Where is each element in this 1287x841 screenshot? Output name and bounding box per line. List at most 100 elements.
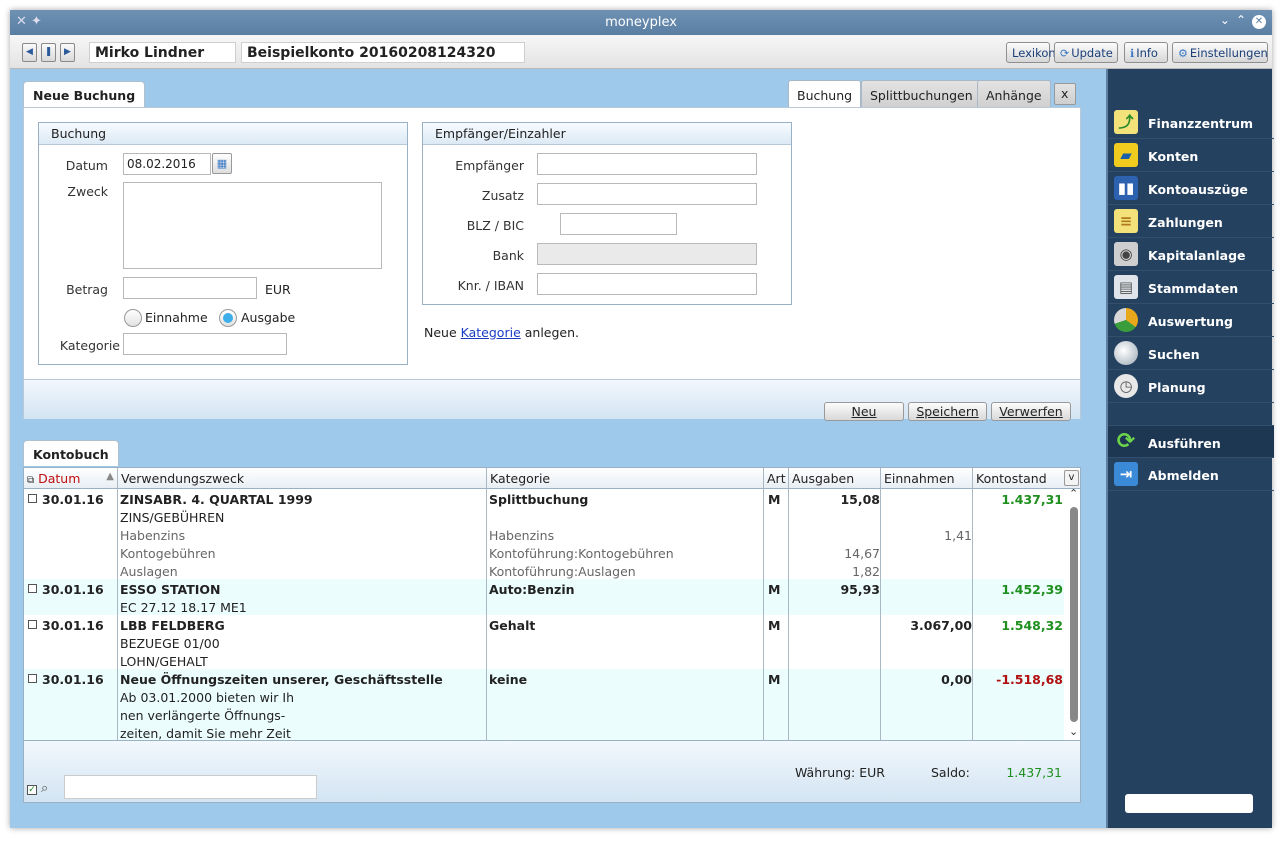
split-text: Habenzins	[120, 528, 186, 543]
empfaenger-input[interactable]	[537, 153, 757, 175]
sidebar-item-planung[interactable]: ◷ Planung	[1108, 370, 1274, 403]
datum-input[interactable]: 08.02.2016	[123, 153, 211, 175]
col-art[interactable]: Art	[764, 468, 789, 489]
sort-asc-icon: ▲	[106, 471, 114, 482]
lexikon-label: Lexikon	[1012, 46, 1056, 60]
column-menu-button[interactable]: v	[1064, 470, 1079, 486]
lexikon-button[interactable]: Lexikon	[1006, 42, 1056, 63]
payment-icon: ≡	[1114, 209, 1138, 233]
betrag-input[interactable]	[123, 277, 257, 299]
sidebar-logout[interactable]: ⇥ Abmelden	[1108, 458, 1274, 491]
sidebar-item-label: Stammdaten	[1148, 281, 1239, 296]
scroll-down-icon[interactable]: ⌄	[1069, 725, 1078, 738]
tab-splittbuchungen[interactable]: Splittbuchungen	[861, 80, 982, 108]
row-balance: 1.452,39	[1001, 582, 1063, 597]
tab-buchung[interactable]: Buchung	[788, 80, 862, 109]
col-verwendungszweck[interactable]: Verwendungszweck	[118, 468, 487, 489]
tab-anhaenge[interactable]: Anhänge	[977, 80, 1051, 108]
calendar-icon[interactable]: ▦	[212, 153, 232, 174]
minimize-icon[interactable]: ⌄	[1220, 13, 1236, 27]
nav-pause-button[interactable]: ❚	[41, 43, 56, 62]
col-kategorie[interactable]: Kategorie	[487, 468, 764, 489]
zusatz-input[interactable]	[537, 183, 757, 205]
table-row[interactable]: 30.01.16 ZINSABR. 4. QUARTAL 1999 ZINS/G…	[24, 489, 1064, 579]
sidebar-search-input[interactable]	[1125, 794, 1253, 813]
sidebar-item-stammdaten[interactable]: ▤ Stammdaten	[1108, 271, 1274, 304]
sidebar-item-zahlungen[interactable]: ≡ Zahlungen	[1108, 205, 1274, 238]
scroll-up-icon[interactable]: ⌃	[1069, 487, 1078, 500]
neu-button[interactable]: Neu	[824, 402, 904, 421]
info-button[interactable]: ℹ Info	[1124, 42, 1168, 63]
row-line: zeiten, damit Sie mehr Zeit	[120, 726, 291, 741]
ledger-search-input[interactable]	[64, 775, 317, 799]
row-art: M	[768, 672, 781, 687]
sidebar-logout-label: Abmelden	[1148, 468, 1219, 483]
einnahme-label[interactable]: Einnahme	[145, 310, 208, 325]
zweck-textarea[interactable]	[123, 182, 382, 269]
search-icon[interactable]: ⌕	[41, 781, 48, 796]
ledger-scrollbar[interactable]: ⌃ ⌄	[1066, 487, 1080, 740]
row-checkbox[interactable]	[28, 674, 37, 683]
nav-back-button[interactable]: ◀	[22, 43, 37, 62]
scroll-thumb[interactable]	[1070, 507, 1078, 722]
col-datum[interactable]: ⧉ Datum ▲	[24, 468, 118, 489]
row-category: keine	[489, 672, 528, 687]
einnahme-radio[interactable]	[124, 309, 142, 327]
iban-input[interactable]	[537, 273, 757, 295]
booking-group-title: Buchung	[39, 123, 407, 145]
row-balance: -1.518,68	[996, 672, 1063, 687]
close-form-button[interactable]: x	[1054, 83, 1076, 105]
row-line: EC 27.12 18.17 ME1	[120, 600, 247, 615]
row-einnahmen: 3.067,00	[910, 618, 972, 633]
betrag-label: Betrag	[66, 282, 108, 297]
row-balance: 1.437,31	[1001, 492, 1063, 507]
table-row[interactable]: 30.01.16 LBB FELDBERG BEZUEGE 01/00 LOHN…	[24, 615, 1064, 669]
row-title: ESSO STATION	[120, 582, 221, 597]
filter-checkbox[interactable]: ✓	[27, 785, 37, 795]
row-ausgaben: 95,93	[840, 582, 880, 597]
row-date: 30.01.16	[42, 618, 104, 633]
speichern-button[interactable]: Speichern	[908, 402, 987, 421]
row-checkbox[interactable]	[28, 620, 37, 629]
blz-input[interactable]	[560, 213, 677, 235]
recipient-group-title: Empfänger/Einzahler	[423, 123, 791, 145]
table-row[interactable]: 30.01.16 ESSO STATION EC 27.12 18.17 ME1…	[24, 579, 1064, 615]
window-controls: ⌄⌃ ✕	[1220, 13, 1266, 29]
close-icon[interactable]: ✕	[1252, 15, 1266, 29]
sidebar-item-kontoauszuege[interactable]: ▮▮ Kontoauszüge	[1108, 172, 1274, 205]
update-label: Update	[1071, 46, 1113, 60]
saldo-label: Saldo:	[931, 765, 970, 780]
update-button[interactable]: ⟳ Update	[1054, 42, 1118, 63]
window-title: moneyplex	[605, 15, 677, 30]
settings-button[interactable]: ⚙ Einstellungen	[1172, 42, 1268, 63]
maximize-icon[interactable]: ⌃	[1236, 13, 1252, 27]
ausgabe-radio[interactable]	[219, 309, 237, 327]
new-category-link[interactable]: Kategorie	[461, 325, 521, 340]
ausgabe-label[interactable]: Ausgabe	[241, 310, 295, 325]
sidebar-execute[interactable]: ⟳ Ausführen	[1108, 425, 1274, 458]
top-toolbar: ◀ ❚ ▶ Mirko Lindner Beispielkonto 201602…	[10, 35, 1272, 69]
sidebar-item-konten[interactable]: ▰ Konten	[1108, 139, 1274, 172]
row-einnahmen: 0,00	[941, 672, 972, 687]
sidebar-item-suchen[interactable]: Suchen	[1108, 337, 1274, 370]
sidebar-item-auswertung[interactable]: Auswertung	[1108, 304, 1274, 337]
tab-kontobuch[interactable]: Kontobuch	[23, 440, 119, 466]
col-ausgaben[interactable]: Ausgaben	[789, 468, 881, 489]
verwerfen-button[interactable]: Verwerfen	[991, 402, 1071, 421]
currency-info: Währung: EUR	[795, 765, 885, 780]
sidebar-item-kapitalanlage[interactable]: ◉ Kapitalanlage	[1108, 238, 1274, 271]
table-row[interactable]: 30.01.16 Neue Öffnungszeiten unserer, Ge…	[24, 669, 1064, 741]
column-select-icon[interactable]: ⧉	[27, 475, 34, 486]
knr-label: Knr. / IBAN	[457, 278, 524, 293]
nav-forward-button[interactable]: ▶	[60, 43, 75, 62]
sidebar-item-label: Finanzzentrum	[1148, 116, 1254, 131]
col-einnahmen[interactable]: Einnahmen	[881, 468, 973, 489]
row-line: Ab 03.01.2000 bieten wir Ih	[120, 690, 295, 705]
kategorie-input[interactable]	[123, 333, 287, 355]
row-checkbox[interactable]	[28, 494, 37, 503]
column-divider	[117, 489, 118, 740]
row-checkbox[interactable]	[28, 584, 37, 593]
tab-neue-buchung[interactable]: Neue Buchung	[23, 81, 146, 107]
column-divider	[972, 489, 973, 740]
sidebar-item-finanzzentrum[interactable]: ⤴ Finanzzentrum	[1108, 106, 1274, 139]
